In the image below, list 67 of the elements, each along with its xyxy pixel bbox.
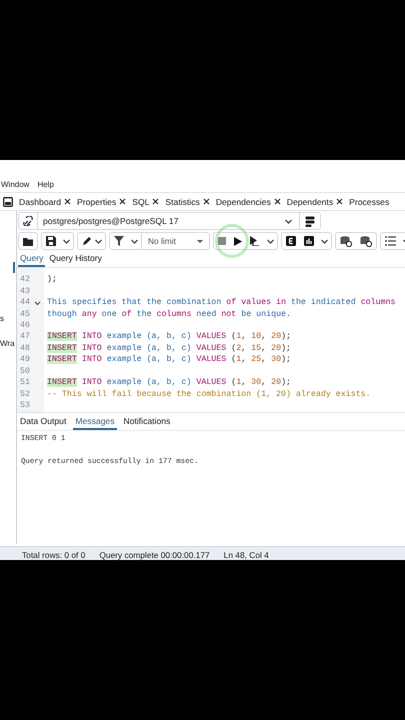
macros-icon [385,236,396,246]
edit-icon [82,236,92,246]
line-number: 47 [20,332,30,342]
caret-icon [62,237,71,245]
link-icon [23,216,33,226]
code-line: ); [47,275,57,284]
run-script-icon [250,236,260,246]
menu-item[interactable]: Help [37,180,54,188]
line-number: 45 [20,310,30,319]
caret-icon [130,237,139,245]
code-line: INSERT INTO example (a, b, c) VALUES (1, 25, 30); [47,355,292,364]
play-icon [234,236,242,246]
status-text: Total rows: 0 of 0 [22,550,86,560]
menu-item[interactable]: Window [1,180,30,188]
line-number: 43 [20,286,30,296]
caret-icon [34,300,40,306]
stop-icon [218,237,226,245]
line-number: 52 [20,390,30,399]
caret-icon [94,237,103,245]
line-number: 44 [20,298,30,308]
fold-toggle[interactable] [34,300,40,306]
open-file-icon [23,236,33,246]
sheet-tab[interactable]: Properties [74,196,130,206]
caret-icon [284,217,293,225]
selection-marker [13,262,15,273]
sheet-tab[interactable]: Dashboard [16,196,74,206]
result-tab[interactable]: Messages [73,413,117,430]
sidebar-label: s [0,314,5,323]
connection-select[interactable]: postgres/postgres@PostgreSQL 17 [38,213,300,229]
code-line: INSERT INTO example (a, b, c) VALUES (2, 15, 20); [47,344,292,353]
line-number: 53 [20,401,30,410]
sheet-tab[interactable]: Dependencies [212,196,284,206]
query-tab[interactable]: Query History [47,251,104,267]
result-tab[interactable]: Data Output [18,413,68,430]
code-line: though any one of the columns need not be unique. [47,310,292,319]
commit-icon [340,236,352,246]
sheet-tab[interactable]: SQL [129,196,162,206]
line-number: 42 [20,275,30,284]
status-text: Ln 48, Col 4 [224,550,269,560]
line-number: 48 [20,344,30,353]
sheet-tab[interactable]: Dependents [284,196,346,206]
click-ring [215,224,249,258]
sheet-tab[interactable]: Processes [346,196,392,206]
line-number: 51 [20,378,30,388]
analyze-icon [304,236,314,246]
code-line: INSERT INTO example (a, b, c) VALUES (1, 30, 20); [47,378,292,388]
status-text: Query complete 00:00:00.177 [99,550,210,560]
caret-icon [320,237,329,245]
line-number: 49 [20,355,30,364]
caret-icon [266,237,275,245]
code-editor[interactable] [17,267,405,412]
rollback-icon [360,236,372,246]
code-line: This specifies that the combination of values in the indicated columns [47,298,396,308]
caret-icon [196,238,204,244]
result-tab[interactable]: Notifications [122,413,172,430]
line-number: 50 [20,366,30,376]
row-limit-select[interactable]: No limit [141,233,209,249]
filter-icon [114,236,124,246]
panel-icon [3,196,13,206]
line-number: 46 [20,320,30,330]
sidebar-label: Wra [0,339,16,348]
database-icon [305,216,315,226]
save-icon [46,236,56,246]
sheet-tab[interactable]: Statistics [162,196,213,206]
code-line: INSERT INTO example (a, b, c) VALUES (1, 10, 20); [47,332,292,342]
explain-icon [286,236,296,246]
code-line: -- This will fail because the combination (1, 20) already exists. [47,390,371,399]
